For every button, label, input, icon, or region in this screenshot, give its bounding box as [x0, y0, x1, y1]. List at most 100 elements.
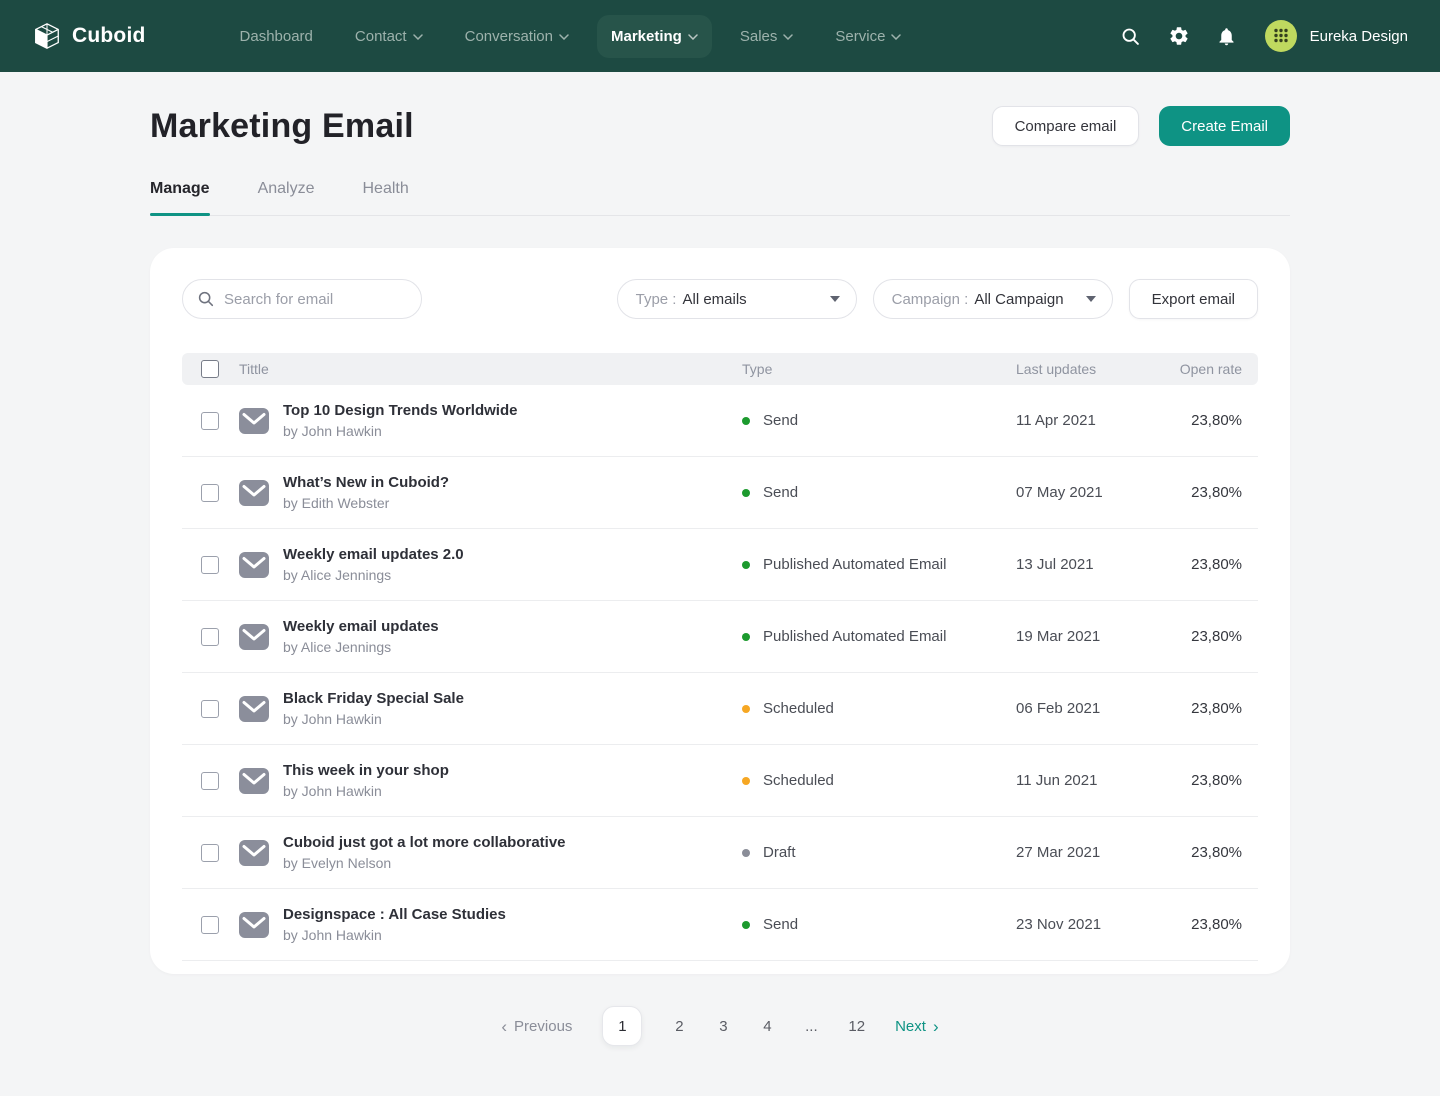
- status-label: Send: [763, 484, 798, 501]
- status-dot: [742, 849, 750, 857]
- email-title-cell: This week in your shop by John Hawkin: [283, 760, 742, 802]
- email-icon: [239, 408, 269, 434]
- row-checkbox[interactable]: [201, 484, 219, 502]
- nav-label: Marketing: [611, 28, 682, 45]
- status-label: Send: [763, 412, 798, 429]
- page-button-12[interactable]: 12: [848, 1018, 865, 1035]
- email-title-link[interactable]: Cuboid just got a lot more collaborative: [283, 832, 742, 853]
- row-checkbox[interactable]: [201, 412, 219, 430]
- last-update-date: 11 Apr 2021: [1016, 412, 1152, 429]
- chevron-down-icon: [783, 34, 793, 40]
- email-title-link[interactable]: Black Friday Special Sale: [283, 688, 742, 709]
- last-update-date: 13 Jul 2021: [1016, 556, 1152, 573]
- status-dot: [742, 417, 750, 425]
- table-row: Black Friday Special Sale by John Hawkin…: [182, 673, 1258, 745]
- campaign-filter-dropdown[interactable]: Campaign : All Campaign: [873, 279, 1113, 319]
- search-icon: [197, 290, 215, 308]
- email-title-link[interactable]: What’s New in Cuboid?: [283, 472, 742, 493]
- email-icon: [239, 624, 269, 650]
- table-row: Top 10 Design Trends Worldwide by John H…: [182, 385, 1258, 457]
- nav-label: Dashboard: [240, 28, 313, 45]
- column-header-type: Type: [742, 361, 1016, 377]
- user-menu[interactable]: Eureka Design: [1264, 19, 1408, 53]
- column-header-open-rate: Open rate: [1152, 361, 1242, 377]
- type-filter-label: Type :: [636, 291, 677, 308]
- email-author: by Edith Webster: [283, 493, 742, 514]
- chevron-left-icon: ‹: [501, 1018, 507, 1035]
- page-button-ellipsis[interactable]: ...: [804, 1018, 818, 1035]
- page-title: Marketing Email: [150, 107, 414, 146]
- search-icon[interactable]: [1120, 25, 1142, 47]
- user-name: Eureka Design: [1310, 28, 1408, 45]
- email-title-link[interactable]: Weekly email updates 2.0: [283, 544, 742, 565]
- compare-email-button[interactable]: Compare email: [992, 106, 1140, 146]
- email-title-link[interactable]: This week in your shop: [283, 760, 742, 781]
- email-title-link[interactable]: Weekly email updates: [283, 616, 742, 637]
- page-button-2[interactable]: 2: [672, 1018, 686, 1035]
- email-title-cell: Black Friday Special Sale by John Hawkin: [283, 688, 742, 730]
- tab-manage[interactable]: Manage: [150, 180, 210, 215]
- email-author: by John Hawkin: [283, 925, 742, 946]
- page-button-4[interactable]: 4: [760, 1018, 774, 1035]
- previous-page-button[interactable]: ‹ Previous: [501, 1018, 572, 1035]
- tab-health[interactable]: Health: [363, 180, 409, 215]
- nav-item-sales[interactable]: Sales: [726, 15, 808, 58]
- bell-icon[interactable]: [1216, 25, 1238, 47]
- page-content: Marketing Email Compare email Create Ema…: [0, 72, 1440, 1046]
- table-row: This week in your shop by John Hawkin Sc…: [182, 745, 1258, 817]
- email-type-cell: Scheduled: [742, 772, 1016, 789]
- tab-analyze[interactable]: Analyze: [258, 180, 315, 215]
- status-label: Published Automated Email: [763, 556, 946, 573]
- email-author: by John Hawkin: [283, 421, 742, 442]
- table-header: Tittle Type Last updates Open rate: [182, 353, 1258, 385]
- row-checkbox[interactable]: [201, 916, 219, 934]
- email-title-link[interactable]: Top 10 Design Trends Worldwide: [283, 400, 742, 421]
- table-row: Designspace : All Case Studies by John H…: [182, 889, 1258, 961]
- nav-item-marketing[interactable]: Marketing: [597, 15, 712, 58]
- search-email-input[interactable]: [224, 291, 407, 308]
- nav-item-contact[interactable]: Contact: [341, 15, 437, 58]
- email-type-cell: Draft: [742, 844, 1016, 861]
- page-button-3[interactable]: 3: [716, 1018, 730, 1035]
- export-email-button[interactable]: Export email: [1129, 279, 1258, 319]
- caret-down-icon: [1086, 296, 1096, 302]
- last-update-date: 07 May 2021: [1016, 484, 1152, 501]
- last-update-date: 11 Jun 2021: [1016, 772, 1152, 789]
- page-button-1[interactable]: 1: [602, 1006, 642, 1046]
- row-checkbox[interactable]: [201, 556, 219, 574]
- email-author: by Evelyn Nelson: [283, 853, 742, 874]
- email-icon: [239, 840, 269, 866]
- type-filter-dropdown[interactable]: Type : All emails: [617, 279, 857, 319]
- nav-item-dashboard[interactable]: Dashboard: [226, 15, 327, 58]
- row-checkbox[interactable]: [201, 844, 219, 862]
- nav-label: Sales: [740, 28, 778, 45]
- email-icon: [239, 768, 269, 794]
- type-filter-value: All emails: [682, 291, 746, 308]
- brand-logo[interactable]: Cuboid: [32, 21, 146, 51]
- column-header-title: Tittle: [239, 361, 742, 377]
- row-checkbox[interactable]: [201, 772, 219, 790]
- nav-item-conversation[interactable]: Conversation: [451, 15, 583, 58]
- email-title-link[interactable]: Designspace : All Case Studies: [283, 904, 742, 925]
- chevron-down-icon: [559, 34, 569, 40]
- last-update-date: 27 Mar 2021: [1016, 844, 1152, 861]
- email-title-cell: Weekly email updates 2.0 by Alice Jennin…: [283, 544, 742, 586]
- chevron-down-icon: [688, 34, 698, 40]
- row-checkbox[interactable]: [201, 700, 219, 718]
- filter-row: Type : All emails Campaign : All Campaig…: [182, 279, 1258, 319]
- open-rate-value: 23,80%: [1152, 772, 1242, 789]
- column-header-last-updates: Last updates: [1016, 361, 1152, 377]
- open-rate-value: 23,80%: [1152, 628, 1242, 645]
- status-label: Draft: [763, 844, 796, 861]
- nav-item-service[interactable]: Service: [821, 15, 915, 58]
- gear-icon[interactable]: [1168, 25, 1190, 47]
- caret-down-icon: [830, 296, 840, 302]
- table-body: Top 10 Design Trends Worldwide by John H…: [182, 385, 1258, 961]
- page-header: Marketing Email Compare email Create Ema…: [150, 106, 1290, 146]
- row-checkbox[interactable]: [201, 628, 219, 646]
- next-page-button[interactable]: Next ›: [895, 1018, 939, 1035]
- campaign-filter-value: All Campaign: [974, 291, 1063, 308]
- open-rate-value: 23,80%: [1152, 844, 1242, 861]
- select-all-checkbox[interactable]: [201, 360, 219, 378]
- create-email-button[interactable]: Create Email: [1159, 106, 1290, 146]
